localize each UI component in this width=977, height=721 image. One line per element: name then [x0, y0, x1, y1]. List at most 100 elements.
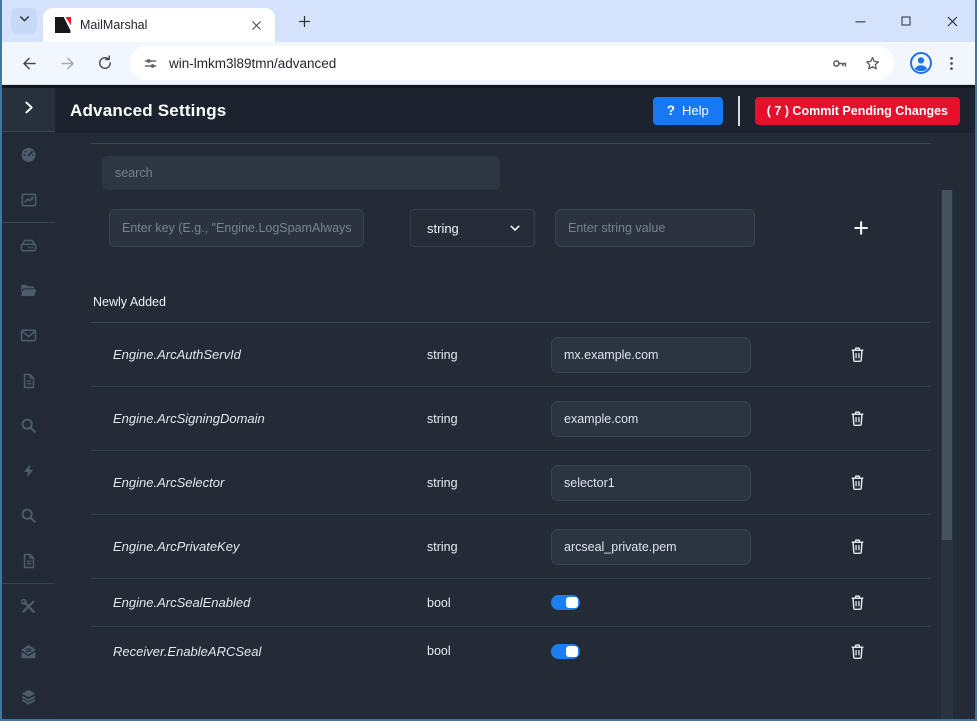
profile-avatar-icon[interactable] [908, 50, 934, 76]
setting-key: Engine.ArcPrivateKey [113, 539, 427, 554]
sidebar-item-mail-digest[interactable] [2, 629, 55, 674]
setting-value-cell [551, 465, 797, 501]
commit-pending-changes-button[interactable]: ( 7 ) Commit Pending Changes [755, 97, 960, 125]
sidebar-items [2, 132, 55, 719]
settings-table: Engine.ArcAuthServIdstringEngine.ArcSign… [91, 322, 931, 675]
forward-button[interactable] [51, 47, 83, 79]
window-close-button[interactable] [929, 0, 975, 42]
setting-key: Receiver.EnableARCSeal [113, 644, 427, 659]
window-minimize-button[interactable] [837, 0, 883, 42]
delete-row-button[interactable] [846, 343, 869, 366]
address-bar[interactable]: win-lmkm3l89tmn/advanced [130, 46, 894, 80]
password-key-icon[interactable] [830, 54, 849, 73]
help-button-label: Help [682, 103, 709, 118]
file-lines-icon [20, 552, 38, 570]
setting-actions [797, 407, 917, 430]
sidebar-item-dashboard[interactable] [2, 132, 55, 177]
site-info-icon[interactable] [142, 55, 159, 72]
trash-icon [848, 537, 867, 556]
browser-tab-strip: MailMarshal [2, 0, 975, 42]
sidebar-item-documents[interactable] [2, 358, 55, 403]
delete-row-button[interactable] [846, 407, 869, 430]
url-text[interactable]: win-lmkm3l89tmn/advanced [169, 56, 816, 71]
chevron-down-icon [508, 221, 522, 235]
sidebar [2, 88, 55, 719]
table-row: Engine.ArcSelectorstring [91, 451, 931, 515]
toggle-knob [566, 646, 578, 657]
setting-value-cell [551, 337, 797, 373]
folder-open-icon [19, 281, 38, 300]
bolt-icon [20, 462, 38, 480]
chevron-right-icon [20, 99, 37, 121]
trash-icon [848, 593, 867, 612]
setting-type: bool [427, 644, 551, 658]
tab-close-icon[interactable] [247, 16, 265, 34]
reload-button[interactable] [89, 47, 121, 79]
envelope-icon [19, 326, 38, 345]
table-row: Engine.ArcSigningDomainstring [91, 387, 931, 451]
chevron-down-icon [17, 11, 32, 31]
vertical-scrollbar[interactable] [941, 190, 953, 719]
setting-value-input[interactable] [551, 337, 751, 373]
file-lines-icon [20, 372, 38, 390]
chart-line-icon [20, 191, 38, 209]
sidebar-expand-button[interactable] [2, 88, 55, 132]
setting-type: string [427, 540, 551, 554]
sidebar-item-reports[interactable] [2, 177, 55, 222]
sidebar-item-search-2[interactable] [2, 493, 55, 538]
tab-title: MailMarshal [80, 18, 247, 32]
setting-value-input[interactable] [551, 529, 751, 565]
add-setting-button[interactable]: + [849, 215, 873, 242]
setting-actions [797, 471, 917, 494]
back-button[interactable] [13, 47, 45, 79]
sidebar-item-actions[interactable] [2, 448, 55, 493]
sidebar-item-folders[interactable] [2, 268, 55, 313]
delete-row-button[interactable] [846, 640, 869, 663]
trash-icon [848, 345, 867, 364]
type-select[interactable]: string [410, 209, 535, 247]
setting-key-input[interactable] [109, 209, 364, 247]
table-row: Engine.ArcAuthServIdstring [91, 323, 931, 387]
magnifier-icon [19, 416, 38, 435]
add-setting-form: string + [91, 209, 931, 247]
delete-row-button[interactable] [846, 591, 869, 614]
bool-toggle[interactable] [551, 644, 580, 659]
setting-value-input[interactable] [551, 465, 751, 501]
window-maximize-button[interactable] [883, 0, 929, 42]
new-tab-button[interactable] [291, 8, 317, 34]
tools-icon [19, 597, 38, 616]
scrollbar-thumb[interactable] [942, 190, 952, 540]
setting-value-input[interactable] [555, 209, 755, 247]
trash-icon [848, 473, 867, 492]
bool-toggle[interactable] [551, 595, 580, 610]
trash-icon [848, 409, 867, 428]
magnifier-icon [19, 506, 38, 525]
trash-icon [848, 642, 867, 661]
delete-row-button[interactable] [846, 471, 869, 494]
sidebar-item-search[interactable] [2, 403, 55, 448]
sidebar-item-tools[interactable] [2, 584, 55, 629]
sidebar-item-documents-2[interactable] [2, 538, 55, 583]
sidebar-item-mail[interactable] [2, 313, 55, 358]
search-input[interactable] [102, 156, 500, 190]
table-row: Receiver.EnableARCSealbool [91, 627, 931, 675]
tab-search-button[interactable] [11, 8, 37, 34]
sidebar-item-layers[interactable] [2, 674, 55, 719]
browser-tab[interactable]: MailMarshal [43, 8, 275, 42]
table-row: Engine.ArcPrivateKeystring [91, 515, 931, 579]
table-row: Engine.ArcSealEnabledbool [91, 579, 931, 627]
delete-row-button[interactable] [846, 535, 869, 558]
browser-toolbar: win-lmkm3l89tmn/advanced [2, 42, 975, 85]
type-select-value: string [427, 221, 508, 236]
setting-actions [797, 640, 917, 663]
main-panel: Advanced Settings ? Help ( 7 ) Commit Pe… [55, 88, 975, 719]
question-mark-icon: ? [667, 103, 675, 118]
sidebar-item-server[interactable] [2, 223, 55, 268]
browser-menu-icon[interactable] [942, 54, 961, 73]
setting-actions [797, 343, 917, 366]
help-button[interactable]: ? Help [653, 97, 723, 125]
hard-drive-icon [19, 236, 38, 255]
setting-value-input[interactable] [551, 401, 751, 437]
bookmark-star-icon[interactable] [863, 54, 882, 73]
gauge-icon [19, 145, 38, 164]
